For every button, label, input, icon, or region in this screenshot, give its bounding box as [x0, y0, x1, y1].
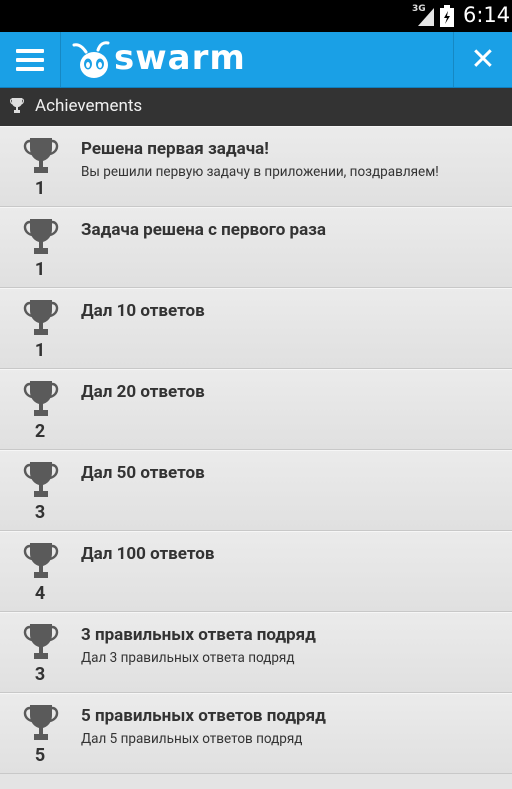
trophy-icon	[23, 300, 59, 335]
menu-icon-line	[16, 67, 44, 71]
trophy-icon	[23, 381, 59, 416]
trophy-icon	[23, 462, 59, 497]
status-bar: 3G 6:14	[0, 0, 512, 32]
achievement-title: 5 правильных ответов подряд	[81, 706, 326, 726]
achievement-description: Дал 3 правильных ответа подряд	[81, 650, 295, 666]
achievement-row[interactable]: 1 Решена первая задача! Вы решили первую з…	[0, 126, 512, 207]
achievement-title: Решена первая задача!	[81, 139, 269, 159]
achievement-title: Дал 20 ответов	[81, 382, 205, 402]
achievement-title: Дал 50 ответов	[81, 463, 205, 483]
achievement-row[interactable]: 5 5 правильных ответов подряд Дал 5 правил…	[0, 693, 512, 774]
trophy-icon	[23, 138, 59, 173]
trophy-icon	[23, 705, 59, 740]
achievement-count: 5	[34, 745, 46, 766]
achievement-row[interactable]: 3 Дал 50 ответов	[0, 450, 512, 531]
achievement-row[interactable]: 4 Дал 100 ответов	[0, 531, 512, 612]
menu-icon-line	[16, 58, 44, 62]
achievement-count: 3	[34, 502, 46, 523]
achievement-title: Дал 100 ответов	[81, 544, 215, 564]
battery-icon	[440, 5, 454, 27]
clock: 6:14	[463, 3, 511, 27]
achievement-row[interactable]: 1 Задача решена с первого раза	[0, 207, 512, 288]
ant-logo-icon	[72, 41, 110, 78]
achievement-list: 1 Решена первая задача! Вы решили первую з…	[0, 126, 512, 774]
achievement-title: Задача решена с первого раза	[81, 220, 327, 240]
achievement-count: 1	[34, 178, 46, 199]
close-button[interactable]: ✕	[454, 32, 512, 87]
divider	[60, 32, 61, 87]
trophy-icon	[23, 624, 59, 659]
achievement-row[interactable]: 1 Дал 10 ответов	[0, 288, 512, 369]
app-logo-text: swarm	[114, 38, 246, 78]
achievement-count: 1	[34, 340, 46, 361]
achievement-title: 3 правильных ответа подряд	[81, 625, 316, 645]
achievement-count: 2	[34, 421, 46, 442]
menu-icon	[16, 49, 44, 53]
trophy-icon	[23, 543, 59, 578]
signal-icon	[418, 8, 434, 26]
achievement-row[interactable]: 2 Дал 20 ответов	[0, 369, 512, 450]
menu-button[interactable]	[0, 32, 60, 87]
section-header: Achievements	[0, 88, 512, 126]
achievement-title: Дал 10 ответов	[81, 301, 205, 321]
trophy-icon	[10, 98, 24, 113]
achievement-description: Дал 5 правильных ответов подряд	[81, 731, 303, 747]
trophy-icon	[23, 219, 59, 254]
achievement-description: Вы решили первую задачу в приложении, по…	[81, 164, 439, 180]
achievement-row[interactable]: 3 3 правильных ответа подряд Дал 3 правиль…	[0, 612, 512, 693]
achievement-count: 3	[34, 664, 46, 685]
close-icon: ✕	[470, 42, 496, 77]
section-title: Achievements	[35, 96, 143, 116]
achievement-count: 1	[34, 259, 46, 280]
app-bar: swarm ✕	[0, 32, 512, 88]
achievement-count: 4	[34, 583, 46, 604]
